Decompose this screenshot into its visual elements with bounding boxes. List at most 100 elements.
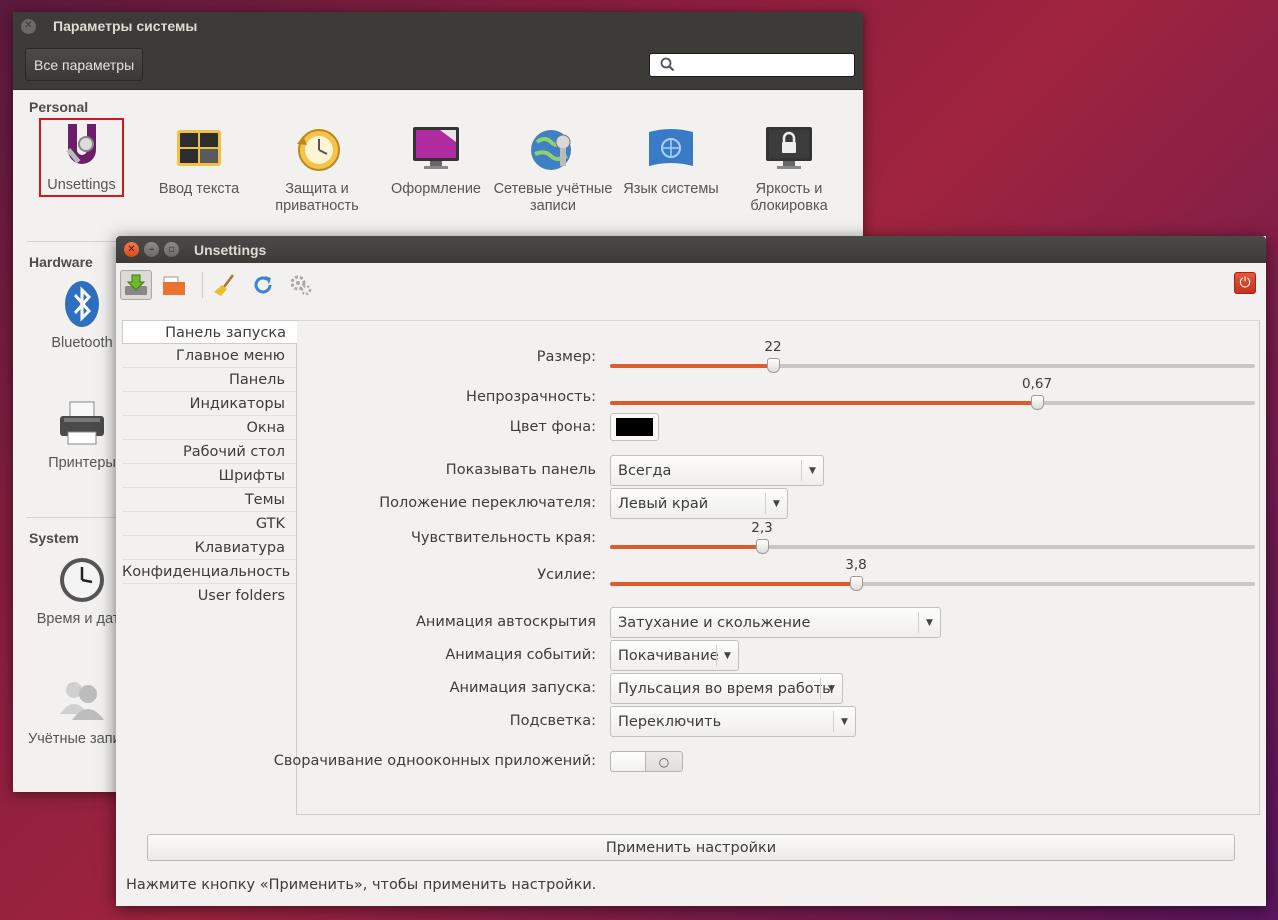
search-input[interactable] (649, 52, 855, 77)
maximize-icon[interactable]: ▫ (164, 242, 179, 257)
settings-item-language[interactable]: Язык системы (611, 124, 731, 198)
apply-button[interactable]: Применить настройки (147, 834, 1235, 861)
show-panel-select[interactable]: Всегда ▼ (610, 455, 824, 486)
chevron-down-icon: ▼ (716, 645, 738, 666)
size-slider[interactable] (610, 358, 1255, 373)
select-value: Переключить (618, 713, 722, 730)
online-accounts-icon (527, 124, 579, 176)
status-text: Нажмите кнопку «Применить», чтобы примен… (126, 877, 597, 893)
close-icon[interactable]: ✕ (124, 242, 139, 257)
keyboard-layout-icon (173, 124, 225, 176)
nav-item[interactable]: Панель запуска (122, 320, 297, 344)
edge-sensitivity-label: Чувствительность края: (410, 530, 596, 546)
select-value: Левый край (618, 495, 709, 512)
switcher-position-select[interactable]: Левый край ▼ (610, 488, 788, 519)
autohide-animation-label: Анимация автоскрытия (416, 614, 596, 630)
unsettings-icon (56, 120, 108, 172)
launch-animation-select[interactable]: Пульсация во время работы ▼ (610, 673, 843, 704)
section-personal: Personal (29, 99, 89, 115)
close-icon[interactable]: ✕ (21, 18, 36, 34)
slider-knob[interactable] (767, 358, 780, 373)
all-settings-button[interactable]: Все параметры (25, 48, 144, 81)
settings-item-unsettings[interactable]: Unsettings (39, 118, 124, 197)
select-value: Пульсация во время работы (618, 680, 834, 697)
settings-item-privacy[interactable]: Защита и приватность (257, 124, 377, 215)
section-hardware: Hardware (29, 254, 93, 270)
settings-item-label: Защита и приватность (275, 181, 359, 214)
slider-fill (610, 364, 773, 368)
slider-knob[interactable] (1031, 395, 1044, 410)
nav-item[interactable]: Темы (122, 488, 296, 512)
nav-item[interactable]: GTK (122, 512, 296, 536)
save-icon (125, 274, 147, 295)
switcher-position-label: Положение переключателя: (379, 495, 596, 511)
pressure-slider[interactable] (610, 576, 1255, 591)
users-icon (56, 674, 108, 726)
chevron-down-icon: ▼ (833, 711, 855, 732)
settings-item-label: Ввод текста (158, 181, 240, 197)
minimize-single-label: Сворачивание однооконных приложений: (273, 753, 596, 769)
power-icon[interactable]: ⏻ (1234, 272, 1256, 294)
settings-item-label: Bluetooth (51, 335, 113, 351)
settings-item-label: Unsettings (47, 177, 116, 193)
bluetooth-icon (56, 278, 108, 330)
open-button[interactable] (158, 270, 190, 300)
minimize-single-switch[interactable]: ○ (610, 751, 683, 772)
backlight-select[interactable]: Переключить ▼ (610, 706, 856, 737)
search-icon (660, 57, 675, 72)
urgent-animation-select[interactable]: Покачивание ▼ (610, 640, 739, 671)
nav-item[interactable]: Рабочий стол (122, 440, 296, 464)
backlight-label: Подсветка: (509, 713, 596, 729)
settings-item-label: Язык системы (623, 181, 719, 197)
nav-item[interactable]: Панель (122, 368, 296, 392)
system-settings-titlebar: ✕ Параметры системы (13, 12, 863, 40)
launcher-settings-panel: Размер: 22 Непрозрачность: 0,67 Цвет фон… (274, 320, 1260, 815)
nav-item[interactable]: Клавиатура (122, 536, 296, 560)
slider-fill (610, 401, 1037, 405)
unsettings-window: ✕ – ▫ Unsettings ⏻ Панель запуска Главно… (116, 236, 1266, 906)
opacity-label: Непрозрачность: (466, 389, 596, 405)
unsettings-titlebar: ✕ – ▫ Unsettings (116, 236, 1266, 263)
chevron-down-icon: ▼ (801, 460, 823, 481)
nav-item[interactable]: Окна (122, 416, 296, 440)
privacy-clock-icon (291, 124, 343, 176)
refresh-icon (254, 275, 272, 293)
minimize-icon[interactable]: – (144, 242, 159, 257)
appearance-monitor-icon (410, 124, 462, 176)
nav-item[interactable]: User folders (122, 584, 296, 608)
color-swatch (616, 418, 653, 436)
settings-item-appearance[interactable]: Оформление (376, 124, 496, 198)
nav-item[interactable]: Конфиденциальность (122, 560, 296, 584)
settings-item-label: Оформление (390, 181, 481, 197)
select-value: Покачивание (618, 647, 719, 664)
slider-knob[interactable] (756, 539, 769, 554)
bg-color-button[interactable] (610, 413, 659, 441)
clean-button[interactable] (209, 270, 241, 300)
settings-item-label: Время и дата (36, 611, 128, 627)
nav-item[interactable]: Главное меню (122, 344, 296, 368)
chevron-down-icon: ▼ (765, 493, 787, 514)
edge-sensitivity-value: 2,3 (751, 520, 773, 536)
language-flag-icon (645, 124, 697, 176)
opacity-slider[interactable] (610, 395, 1255, 410)
reload-button[interactable] (247, 270, 279, 300)
nav-item[interactable]: Индикаторы (122, 392, 296, 416)
open-folder-icon (163, 276, 185, 295)
settings-item-online-accounts[interactable]: Сетевые учётные записи (493, 124, 613, 215)
edge-sensitivity-slider[interactable] (610, 539, 1255, 554)
select-value: Затухание и скольжение (618, 614, 811, 631)
nav-item[interactable]: Шрифты (122, 464, 296, 488)
category-sidebar: Панель запуска Главное меню Панель Индикато… (122, 320, 297, 608)
autohide-animation-select[interactable]: Затухание и скольжение ▼ (610, 607, 941, 638)
settings-button[interactable] (285, 270, 317, 300)
settings-item-brightness-lock[interactable]: Яркость и блокировка (729, 124, 849, 215)
slider-knob[interactable] (850, 576, 863, 591)
settings-item-text-entry[interactable]: Ввод текста (139, 124, 259, 198)
settings-item-label: Сетевые учётные записи (493, 181, 613, 214)
save-button[interactable] (120, 269, 152, 300)
window-title: Unsettings (194, 241, 267, 258)
gears-icon (290, 275, 312, 295)
switch-thumb (611, 752, 646, 771)
system-settings-toolbar: Все параметры (13, 40, 863, 90)
window-title: Параметры системы (53, 18, 198, 34)
